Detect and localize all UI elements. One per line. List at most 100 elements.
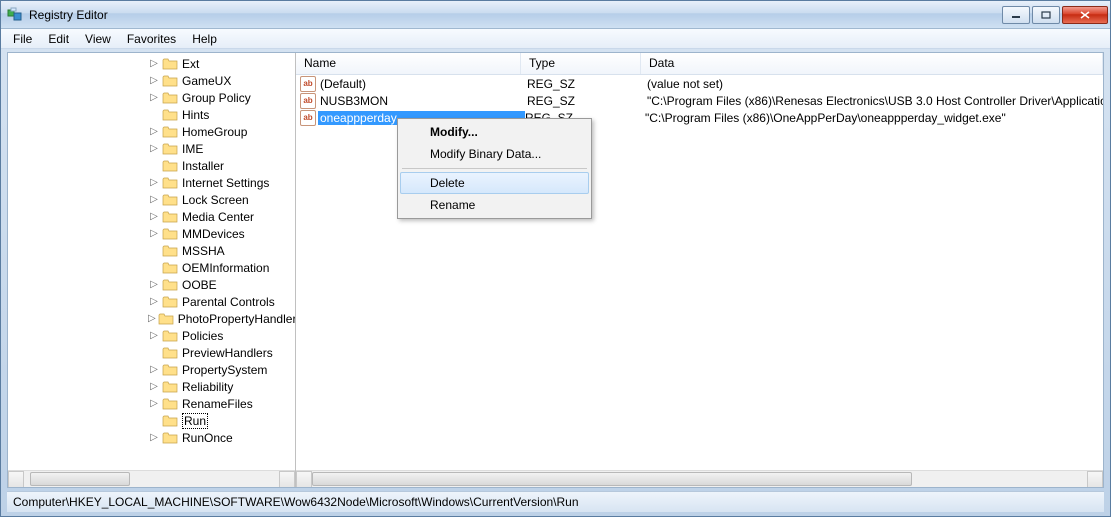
tree-item[interactable]: ▷ RenameFiles xyxy=(8,395,295,412)
list-hscrollbar[interactable] xyxy=(296,470,1103,487)
value-type: REG_SZ xyxy=(527,94,647,108)
tree-item[interactable]: ▷Ext xyxy=(8,55,295,72)
list-header: Name Type Data xyxy=(296,53,1103,75)
menu-favorites[interactable]: Favorites xyxy=(119,30,184,48)
tree-item[interactable]: ▷ Media Center xyxy=(8,208,295,225)
tree-item-label: MMDevices xyxy=(182,227,245,241)
minimize-button[interactable] xyxy=(1002,6,1030,24)
tree-item-label: Policies xyxy=(182,329,223,343)
tree-item[interactable]: ▷Reliability xyxy=(8,378,295,395)
menu-view[interactable]: View xyxy=(77,30,119,48)
expand-icon[interactable]: ▷ xyxy=(148,143,160,154)
maximize-button[interactable] xyxy=(1032,6,1060,24)
tree-item[interactable]: Installer xyxy=(8,157,295,174)
tree-item-label: Lock Screen xyxy=(182,193,249,207)
tree-item[interactable]: ▷ OOBE xyxy=(8,276,295,293)
context-menu[interactable]: Modify... Modify Binary Data... Delete R… xyxy=(397,118,592,219)
close-button[interactable] xyxy=(1062,6,1108,24)
expand-icon[interactable]: ▷ xyxy=(148,398,160,409)
tree-item-label: Installer xyxy=(182,159,224,173)
tree-content[interactable]: ▷Ext▷GameUX▷Group PolicyHints▷HomeGroup▷… xyxy=(8,53,295,470)
tree-item-label: OOBE xyxy=(182,278,217,292)
context-menu-modify-binary[interactable]: Modify Binary Data... xyxy=(400,143,589,165)
tree-item[interactable]: ▷ Policies xyxy=(8,327,295,344)
tree-item-label: OEMInformation xyxy=(182,261,269,275)
expand-icon[interactable]: ▷ xyxy=(148,313,156,324)
tree-item[interactable]: ▷ IME xyxy=(8,140,295,157)
value-row[interactable]: abNUSB3MONREG_SZ"C:\Program Files (x86)\… xyxy=(296,92,1103,109)
context-menu-modify[interactable]: Modify... xyxy=(400,121,589,143)
value-type: REG_SZ xyxy=(527,77,647,91)
titlebar-left: Registry Editor xyxy=(7,7,108,23)
window-controls xyxy=(1002,6,1108,24)
value-name: (Default) xyxy=(320,77,527,91)
statusbar-path: Computer\HKEY_LOCAL_MACHINE\SOFTWARE\Wow… xyxy=(13,495,579,509)
tree-item-label: Run xyxy=(182,413,208,429)
tree-item[interactable]: ▷ Internet Settings xyxy=(8,174,295,191)
registry-editor-window: Registry Editor File Edit View Favorites… xyxy=(0,0,1111,517)
tree-item[interactable]: ▷ Group Policy xyxy=(8,89,295,106)
value-data: "C:\Program Files (x86)\OneAppPerDay\one… xyxy=(645,111,1103,125)
expand-icon[interactable]: ▷ xyxy=(148,432,160,443)
tree-item-label: RunOnce xyxy=(182,431,233,445)
value-data: (value not set) xyxy=(647,77,1103,91)
context-menu-rename[interactable]: Rename xyxy=(400,194,589,216)
tree-item[interactable]: ▷ MMDevices xyxy=(8,225,295,242)
expand-icon[interactable]: ▷ xyxy=(148,211,160,222)
menu-file[interactable]: File xyxy=(5,30,40,48)
tree-item-label: PropertySystem xyxy=(182,363,267,377)
tree-item[interactable]: ▷ RunOnce xyxy=(8,429,295,446)
value-row[interactable]: ab (Default)REG_SZ(value not set) xyxy=(296,75,1103,92)
tree-item[interactable]: PreviewHandlers xyxy=(8,344,295,361)
menu-edit[interactable]: Edit xyxy=(40,30,77,48)
tree-item[interactable]: ▷ Lock Screen xyxy=(8,191,295,208)
expand-icon[interactable]: ▷ xyxy=(148,92,160,103)
tree-item-label: Hints xyxy=(182,108,209,122)
titlebar[interactable]: Registry Editor xyxy=(1,1,1110,29)
tree-hscrollbar[interactable] xyxy=(8,470,295,487)
column-header-name[interactable]: Name xyxy=(296,53,521,74)
tree-item[interactable]: MSSHA xyxy=(8,242,295,259)
expand-icon[interactable]: ▷ xyxy=(148,75,160,86)
expand-icon[interactable]: ▷ xyxy=(148,177,160,188)
value-data: "C:\Program Files (x86)\Renesas Electron… xyxy=(647,94,1103,108)
tree-item[interactable]: ▷GameUX xyxy=(8,72,295,89)
value-name: NUSB3MON xyxy=(320,94,527,108)
column-header-type[interactable]: Type xyxy=(521,53,641,74)
tree-item-label: Group Policy xyxy=(182,91,251,105)
statusbar: Computer\HKEY_LOCAL_MACHINE\SOFTWARE\Wow… xyxy=(7,491,1104,512)
tree-item[interactable]: Hints xyxy=(8,106,295,123)
menubar: File Edit View Favorites Help xyxy=(1,29,1110,49)
expand-icon[interactable]: ▷ xyxy=(148,228,160,239)
menu-help[interactable]: Help xyxy=(184,30,225,48)
expand-icon[interactable]: ▷ xyxy=(148,58,160,69)
string-value-icon: ab xyxy=(300,76,316,92)
tree-scroll-thumb[interactable] xyxy=(30,472,130,486)
expand-icon[interactable]: ▷ xyxy=(148,279,160,290)
tree-item-label: IME xyxy=(182,142,203,156)
list-scroll-thumb[interactable] xyxy=(312,472,912,486)
tree-item[interactable]: ▷PhotoPropertyHandler xyxy=(8,310,295,327)
tree-item[interactable]: ▷ HomeGroup xyxy=(8,123,295,140)
tree-item-label: Internet Settings xyxy=(182,176,269,190)
tree-item-label: HomeGroup xyxy=(182,125,247,139)
tree-item[interactable]: OEMInformation xyxy=(8,259,295,276)
column-header-data[interactable]: Data xyxy=(641,53,1103,74)
tree-item-label: PreviewHandlers xyxy=(182,346,273,360)
tree-item[interactable]: Run xyxy=(8,412,295,429)
tree-item[interactable]: ▷ PropertySystem xyxy=(8,361,295,378)
expand-icon[interactable]: ▷ xyxy=(148,381,160,392)
expand-icon[interactable]: ▷ xyxy=(148,330,160,341)
tree-pane[interactable]: ▷Ext▷GameUX▷Group PolicyHints▷HomeGroup▷… xyxy=(8,53,296,487)
expand-icon[interactable]: ▷ xyxy=(148,194,160,205)
string-value-icon: ab xyxy=(300,110,316,126)
tree-item-label: Media Center xyxy=(182,210,254,224)
tree-item-label: Parental Controls xyxy=(182,295,275,309)
expand-icon[interactable]: ▷ xyxy=(148,126,160,137)
tree-item-label: RenameFiles xyxy=(182,397,253,411)
tree-item[interactable]: ▷ Parental Controls xyxy=(8,293,295,310)
expand-icon[interactable]: ▷ xyxy=(148,296,160,307)
context-menu-delete[interactable]: Delete xyxy=(400,172,589,194)
tree-item-label: MSSHA xyxy=(182,244,225,258)
expand-icon[interactable]: ▷ xyxy=(148,364,160,375)
